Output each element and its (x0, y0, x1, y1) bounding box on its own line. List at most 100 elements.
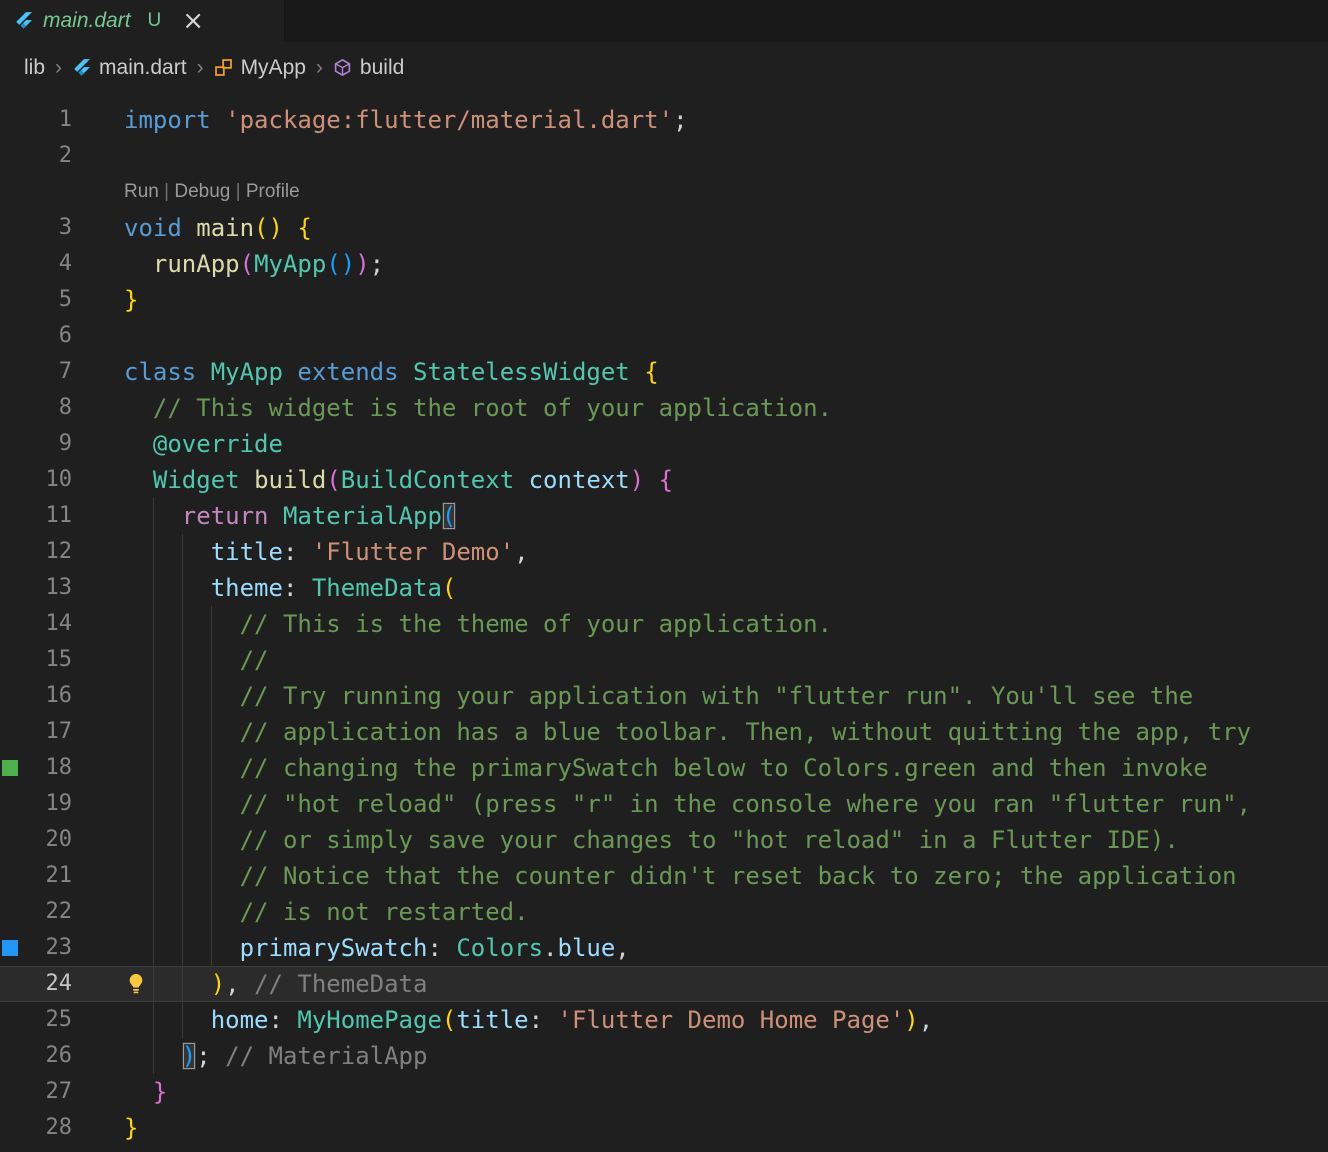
indent-guide (181, 894, 183, 930)
code-line-content[interactable]: @override (72, 426, 1328, 462)
token: { (658, 466, 674, 494)
codelens-debug[interactable]: Debug (174, 181, 230, 202)
code-line-content[interactable]: // or simply save your changes to "hot r… (72, 822, 1328, 858)
code-line-content[interactable]: // (72, 642, 1328, 678)
line-number: 6 (58, 323, 72, 348)
code-line-content[interactable]: // application has a blue toolbar. Then,… (72, 714, 1328, 750)
code-line-18: 18 // changing the primarySwatch below t… (0, 750, 1328, 786)
code-line-content[interactable]: // "hot reload" (press "r" in the consol… (72, 786, 1328, 822)
code-line-6: 6 (0, 318, 1328, 354)
line-number: 27 (45, 1079, 73, 1104)
token: class (124, 358, 197, 386)
code-line-content[interactable]: import 'package:flutter/material.dart'; (72, 102, 1328, 138)
code-line-content[interactable]: void main() { (72, 210, 1328, 246)
line-number: 15 (45, 647, 73, 672)
breadcrumb-item-MyApp[interactable]: MyApp (214, 56, 306, 80)
code-line-19: 19 // "hot reload" (press "r" in the con… (0, 786, 1328, 822)
indent-guide (152, 534, 154, 570)
indent-guide (181, 822, 183, 858)
code-line-content[interactable]: // Notice that the counter didn't reset … (72, 858, 1328, 894)
lightbulb-icon[interactable] (126, 973, 146, 995)
token: BuildContext (340, 466, 515, 494)
code-line-content[interactable]: title: 'Flutter Demo', (72, 534, 1328, 570)
code-line-content[interactable]: // This is the theme of your application… (72, 606, 1328, 642)
token: @override (152, 430, 283, 458)
token: ( (326, 466, 341, 494)
line-number: 17 (45, 719, 73, 744)
token: theme (210, 574, 283, 602)
codelens: Run | Debug | Profile (72, 174, 1328, 210)
code-line-content[interactable]: // changing the primarySwatch below to C… (72, 750, 1328, 786)
code-line-14: 14 // This is the theme of your applicat… (0, 606, 1328, 642)
indent-guide (210, 822, 212, 858)
indent-guide (181, 966, 183, 1002)
tab-main-dart[interactable]: main.dart U × (0, 0, 285, 42)
gutter (0, 966, 24, 1002)
indent-guide (210, 786, 212, 822)
token: 'Flutter Demo Home Page' (557, 1006, 905, 1034)
code-line-content[interactable] (72, 318, 1328, 354)
code-line-28: 28} (0, 1110, 1328, 1146)
line-number: 26 (45, 1043, 73, 1068)
method-icon (333, 58, 353, 78)
breadcrumb-item-main-dart[interactable]: main.dart (72, 56, 187, 80)
indent-guide (152, 822, 154, 858)
token: , (918, 1006, 934, 1034)
token: title (456, 1006, 529, 1034)
code-line-content[interactable]: runApp(MyApp()); (72, 246, 1328, 282)
indent-guide (152, 1002, 154, 1038)
tab-title: main.dart (43, 9, 131, 32)
token: blue (557, 934, 616, 962)
code-line-content[interactable]: } (72, 1110, 1328, 1146)
code-line-content[interactable]: // is not restarted. (72, 894, 1328, 930)
breadcrumb-separator: › (196, 56, 204, 79)
code-line-20: 20 // or simply save your changes to "ho… (0, 822, 1328, 858)
indent-guide (181, 1002, 183, 1038)
code-line-content[interactable]: ), // ThemeData (72, 966, 1328, 1002)
token: ; (673, 106, 688, 134)
token: // "hot reload" (press "r" in the consol… (239, 790, 1252, 818)
code-line-content[interactable]: } (72, 1074, 1328, 1110)
indent-guide (210, 930, 212, 966)
indent-guide (152, 642, 154, 678)
gutter (0, 714, 24, 750)
code-line-content[interactable]: // This widget is the root of your appli… (72, 390, 1328, 426)
code-line-content[interactable]: return MaterialApp( (72, 498, 1328, 534)
token: // This is the theme of your application… (239, 610, 833, 638)
code-line-content[interactable]: home: MyHomePage(title: 'Flutter Demo Ho… (72, 1002, 1328, 1038)
code-line-content[interactable]: } (72, 282, 1328, 318)
code-line-content[interactable]: theme: ThemeData( (72, 570, 1328, 606)
token: } (124, 1114, 139, 1142)
breadcrumb-item-build[interactable]: build (333, 56, 404, 80)
token: ( (239, 250, 255, 278)
indent-guide (152, 750, 154, 786)
code-line-content[interactable]: primarySwatch: Colors.blue, (72, 930, 1328, 966)
codelens-profile[interactable]: Profile (246, 181, 300, 202)
token: { (297, 214, 312, 242)
close-icon[interactable]: × (182, 8, 204, 34)
gutter (0, 318, 24, 354)
code-line-content[interactable]: Widget build(BuildContext context) { (72, 462, 1328, 498)
token: main (196, 214, 255, 242)
code-line-content[interactable]: class MyApp extends StatelessWidget { (72, 354, 1328, 390)
line-number: 14 (45, 611, 73, 636)
code-line-25: 25 home: MyHomePage(title: 'Flutter Demo… (0, 1002, 1328, 1038)
code-line-1: 1 import 'package:flutter/material.dart'; (0, 102, 1328, 138)
code-line-content[interactable]: // Try running your application with "fl… (72, 678, 1328, 714)
breadcrumb: lib › main.dart › MyApp › build (0, 42, 1328, 94)
gutter (0, 1110, 24, 1146)
codelens-run[interactable]: Run (124, 181, 159, 202)
code-line-content[interactable] (72, 138, 1328, 174)
line-number: 23 (45, 935, 73, 960)
code-line-content[interactable]: ); // MaterialApp (72, 1038, 1328, 1074)
breadcrumb-separator: › (315, 56, 323, 79)
breadcrumb-item-lib[interactable]: lib (24, 56, 45, 80)
